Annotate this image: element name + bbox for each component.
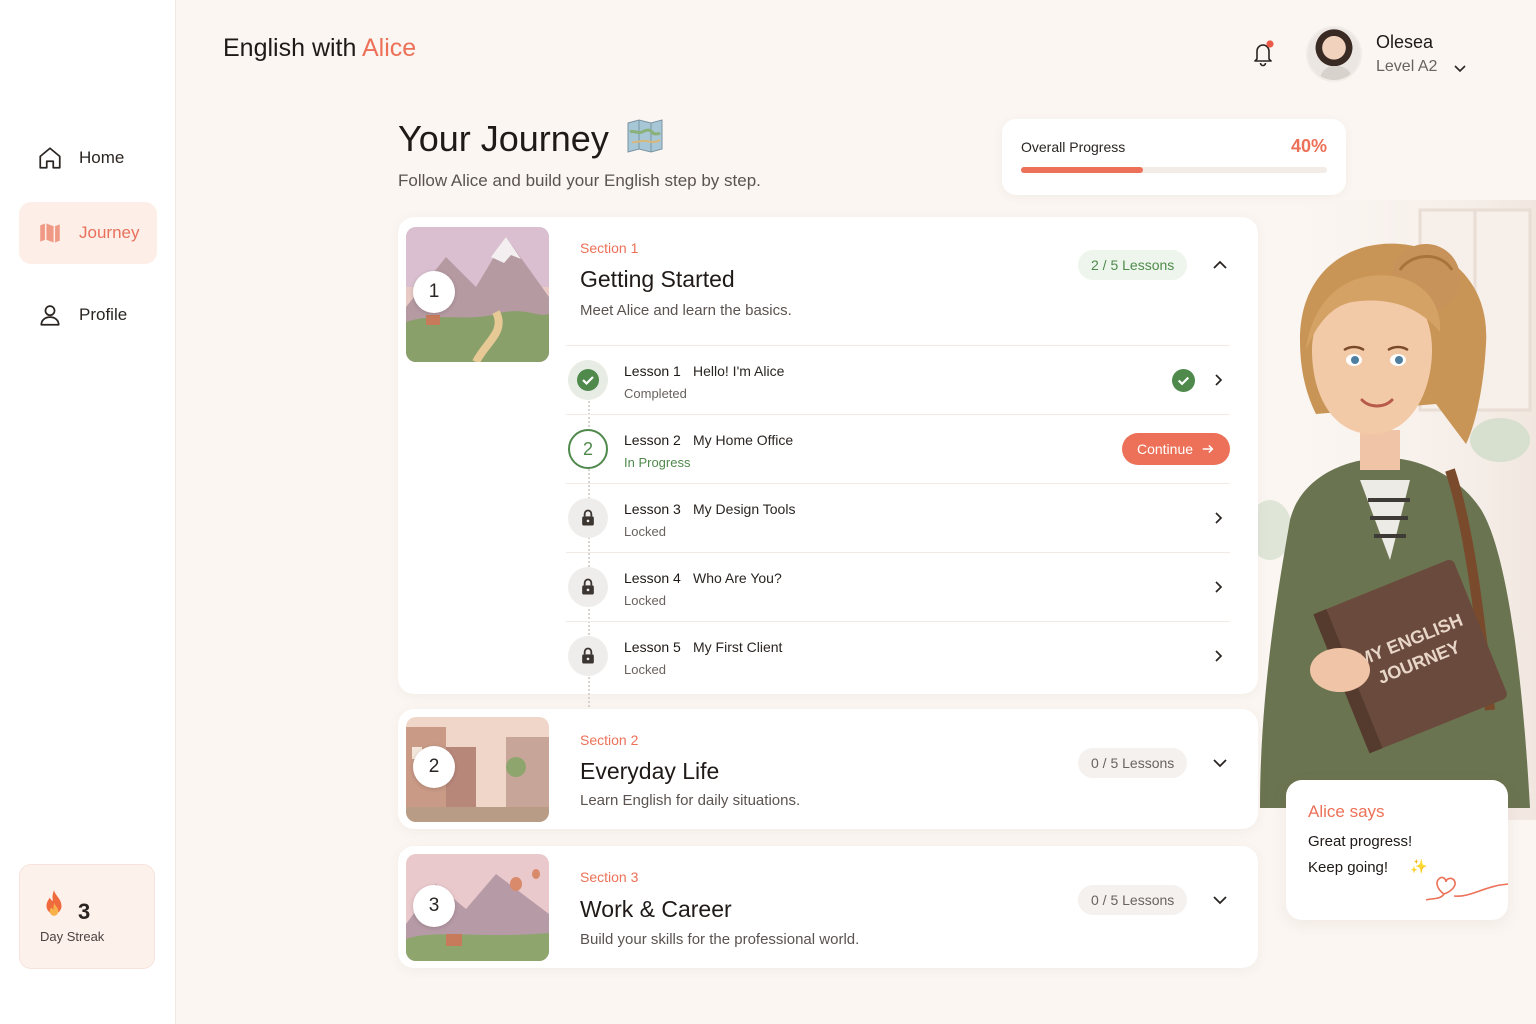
lesson-status: Locked xyxy=(624,662,666,677)
overall-progress-card: Overall Progress 40% xyxy=(1002,119,1346,195)
nav-label-home: Home xyxy=(79,148,125,167)
lesson-status-icon xyxy=(568,498,608,538)
lesson-name: Who Are You? xyxy=(693,570,782,586)
alice-card-title: Alice says xyxy=(1308,802,1385,821)
lesson-status-icon xyxy=(568,567,608,607)
lesson-status: Locked xyxy=(624,593,666,608)
nav-label-journey: Journey xyxy=(79,223,140,242)
chevron-down-icon[interactable] xyxy=(1210,890,1230,910)
sidebar: Home Journey Profile 3 Day Streak xyxy=(0,0,176,1024)
brand-accent: Alice xyxy=(361,34,417,62)
lesson-status-icon xyxy=(568,636,608,676)
section-number-badge: 3 xyxy=(413,885,455,927)
lesson-row-1[interactable]: Lesson 1 Hello! I'm Alice Completed xyxy=(566,345,1230,414)
section-number-badge: 2 xyxy=(413,746,455,788)
lesson-status-icon xyxy=(568,360,608,400)
chevron-right-icon[interactable] xyxy=(1210,372,1226,388)
section-title: Everyday Life xyxy=(580,758,720,784)
lesson-number: Lesson 3 xyxy=(624,501,681,517)
section-description: Learn English for daily situations. xyxy=(580,792,801,809)
section-card-1: 1 Section 1 Getting Started Meet Alice a… xyxy=(398,217,1258,711)
nav-item-journey[interactable]: Journey xyxy=(19,202,157,264)
lesson-name: My Home Office xyxy=(693,432,794,448)
brand-prefix: English with xyxy=(223,34,357,62)
lesson-number: Lesson 1 xyxy=(624,363,681,379)
bell-icon[interactable] xyxy=(1248,38,1278,68)
heart-doodle-icon xyxy=(1425,876,1509,901)
lesson-status: Locked xyxy=(624,524,666,539)
brand-title[interactable]: English with Alice xyxy=(223,34,416,63)
section-kicker: Section 2 xyxy=(580,732,639,748)
chevron-up-icon[interactable] xyxy=(1210,255,1230,275)
continue-button[interactable]: Continue xyxy=(1122,433,1230,465)
progress-value: 40% xyxy=(1290,136,1327,156)
section-card-3[interactable]: 3 Section 3 Work & Career Build your ski… xyxy=(398,846,1258,968)
lesson-list: Lesson 1 Hello! I'm Alice Completed 2 Le… xyxy=(566,345,1230,711)
lesson-step-number: 2 xyxy=(568,429,608,469)
streak-card: 3 Day Streak xyxy=(19,864,155,969)
lessons-count-badge: 2 / 5 Lessons xyxy=(1078,250,1188,280)
section-title: Getting Started xyxy=(580,266,735,292)
lock-icon xyxy=(582,647,594,664)
home-icon xyxy=(39,147,61,169)
section-title: Work & Career xyxy=(580,896,732,922)
check-icon xyxy=(577,369,599,391)
user-name: Olesea xyxy=(1376,32,1434,52)
lesson-name: My First Client xyxy=(693,639,783,655)
page-subtitle: Follow Alice and build your English step… xyxy=(398,171,761,190)
lock-icon xyxy=(582,509,594,526)
section-number-badge: 1 xyxy=(413,271,455,313)
chevron-right-icon[interactable] xyxy=(1210,648,1226,664)
user-level: Level A2 xyxy=(1376,58,1438,75)
section-kicker: Section 3 xyxy=(580,869,639,885)
map-icon xyxy=(627,119,663,153)
lesson-row-4[interactable]: Lesson 4 Who Are You? Locked xyxy=(566,552,1230,621)
lesson-number: Lesson 2 xyxy=(624,432,681,448)
alice-card-message-line2: Keep going! xyxy=(1308,859,1389,876)
section-kicker: Section 1 xyxy=(580,240,639,256)
continue-label: Continue xyxy=(1136,441,1194,457)
lesson-status: Completed xyxy=(624,386,687,401)
lesson-name: Hello! I'm Alice xyxy=(693,363,785,379)
section-description: Meet Alice and learn the basics. xyxy=(580,302,792,319)
lesson-status: In Progress xyxy=(624,455,691,470)
alice-illustration: MY ENGLISH JOURNEY xyxy=(1250,200,1536,820)
section-card-2[interactable]: 2 Section 2 Everyday Life Learn English … xyxy=(398,709,1258,829)
progress-label: Overall Progress xyxy=(1021,139,1126,155)
progress-fill xyxy=(1021,167,1144,173)
map-icon xyxy=(40,223,60,243)
lesson-row-3[interactable]: Lesson 3 My Design Tools Locked xyxy=(566,483,1230,552)
avatar[interactable] xyxy=(1306,26,1362,82)
nav-label-profile: Profile xyxy=(79,305,128,324)
page-title: Your Journey xyxy=(398,118,609,159)
section-description: Build your skills for the professional w… xyxy=(580,931,860,948)
lessons-count-badge: 0 / 5 Lessons xyxy=(1078,885,1188,915)
lesson-number: Lesson 4 xyxy=(624,570,681,586)
chevron-right-icon[interactable] xyxy=(1210,579,1226,595)
streak-label: Day Streak xyxy=(40,929,105,944)
chevron-down-icon[interactable] xyxy=(1210,753,1230,773)
progress-track xyxy=(1021,167,1327,173)
lock-icon xyxy=(582,578,594,595)
check-icon xyxy=(1172,369,1195,392)
streak-count: 3 xyxy=(78,899,91,924)
alice-card-message-line1: Great progress! xyxy=(1308,833,1413,850)
chevron-down-icon[interactable] xyxy=(1452,60,1468,76)
user-icon xyxy=(40,305,60,326)
fire-icon xyxy=(46,890,62,916)
nav-item-profile[interactable]: Profile xyxy=(19,284,157,346)
lesson-number: Lesson 5 xyxy=(624,639,681,655)
lesson-row-2[interactable]: 2 Lesson 2 My Home Office In Progress Co… xyxy=(566,414,1230,483)
chevron-right-icon[interactable] xyxy=(1210,510,1226,526)
nav-item-home[interactable]: Home xyxy=(19,127,157,189)
lesson-name: My Design Tools xyxy=(693,501,796,517)
lesson-row-5[interactable]: Lesson 5 My First Client Locked xyxy=(566,621,1230,690)
lessons-count-badge: 0 / 5 Lessons xyxy=(1078,748,1188,778)
arrow-right-icon xyxy=(1202,444,1214,454)
